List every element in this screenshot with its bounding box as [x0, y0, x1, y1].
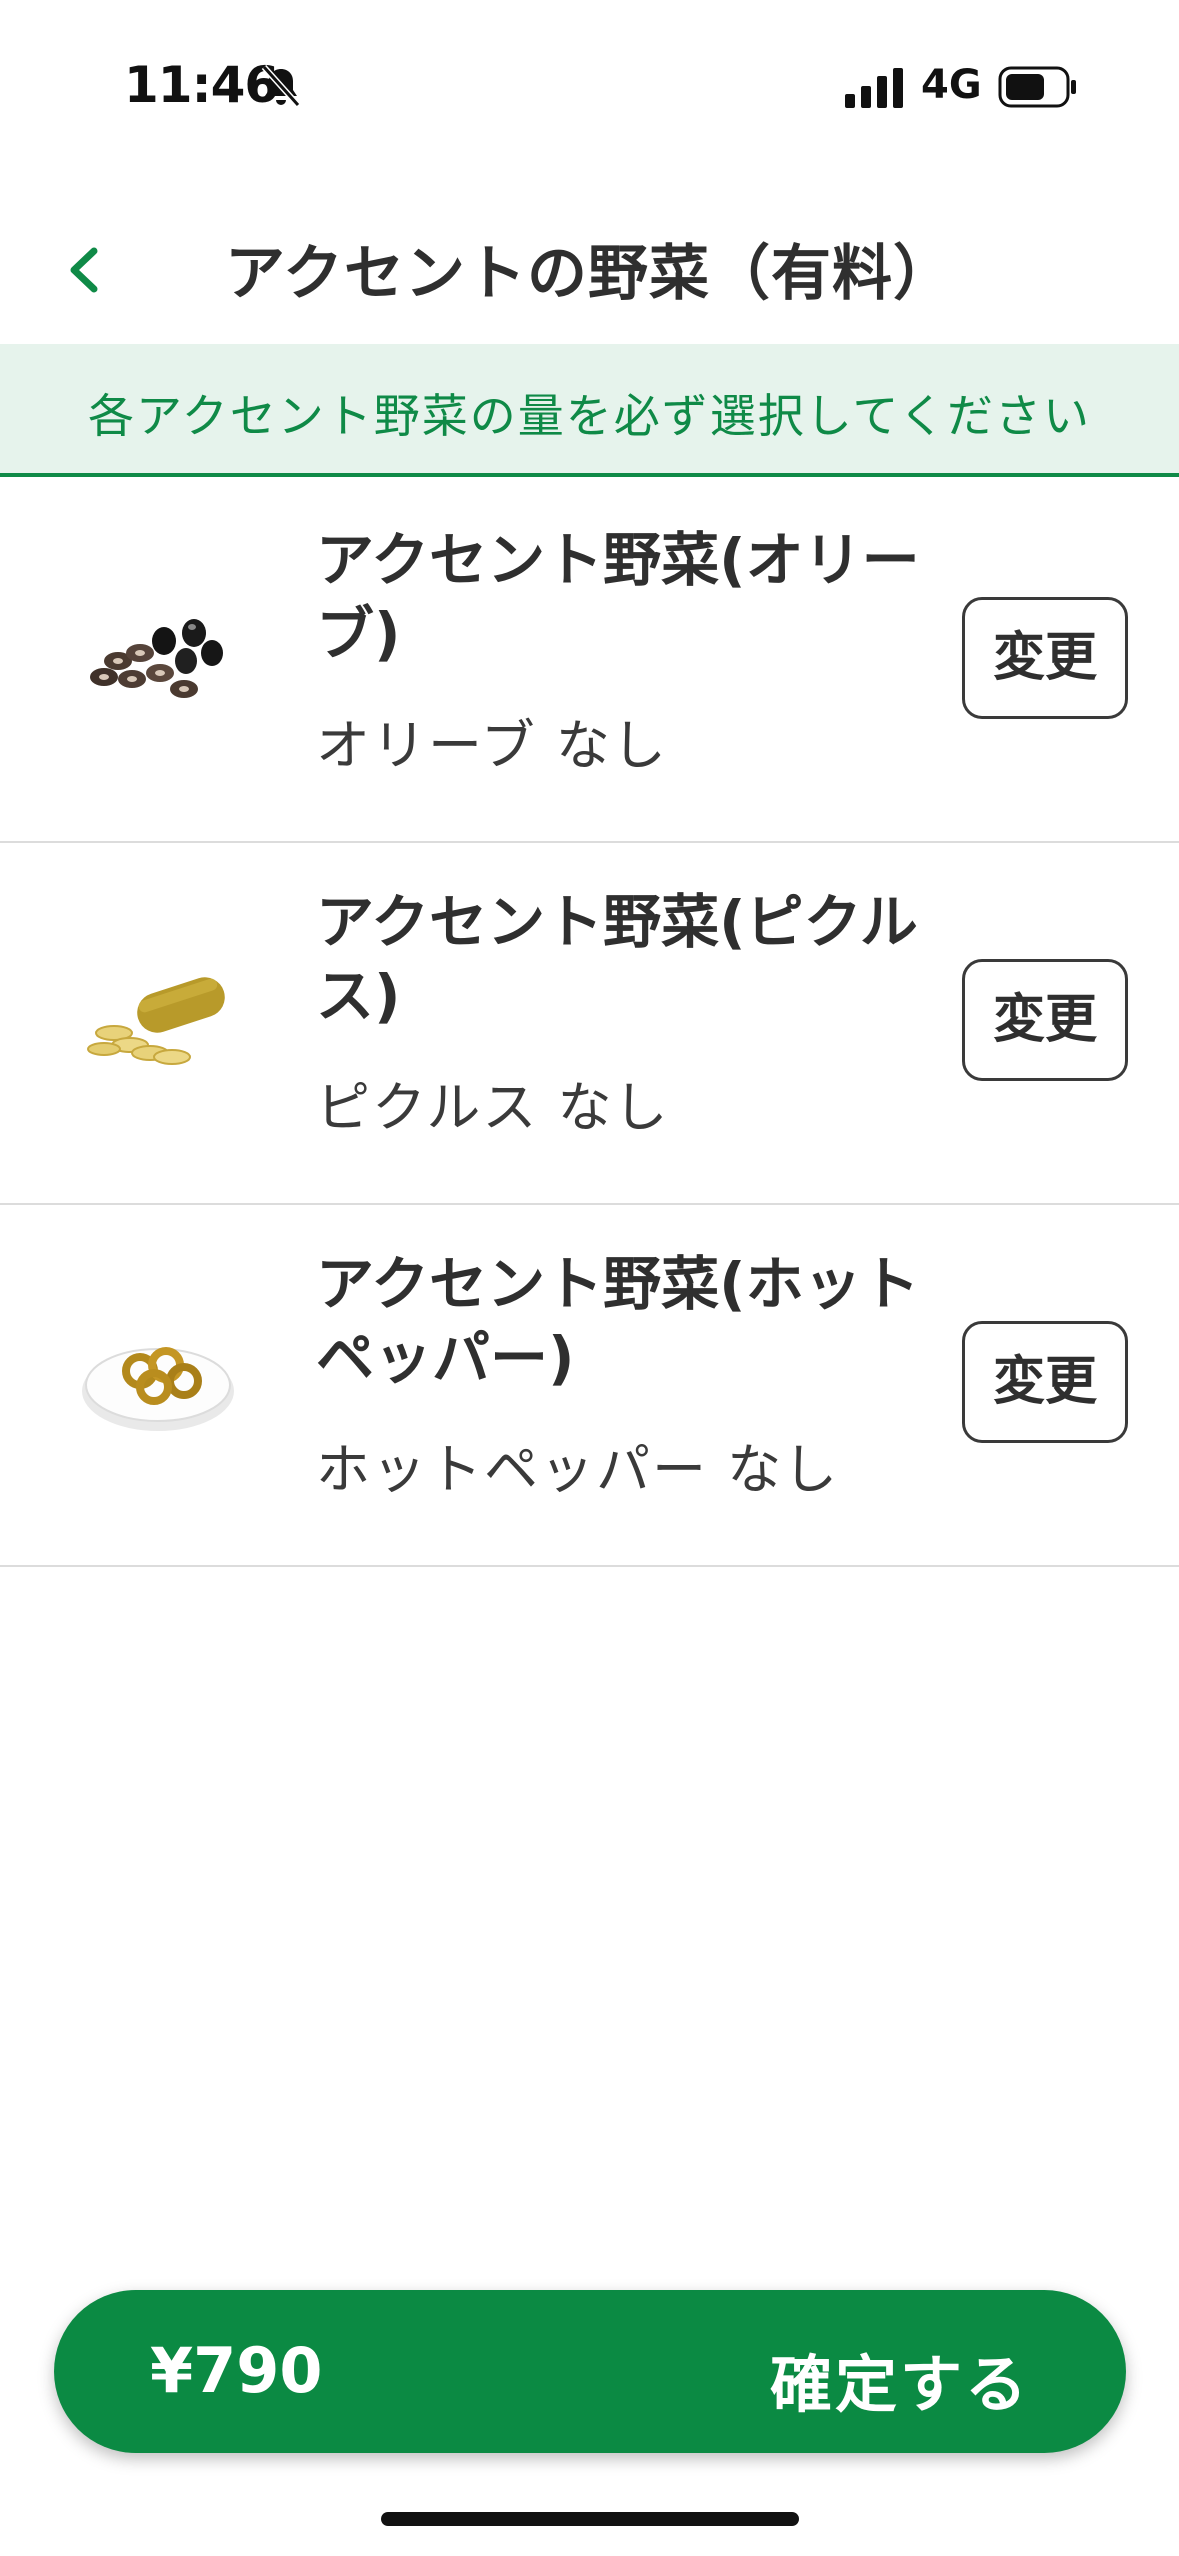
- change-button[interactable]: 変更: [962, 1321, 1128, 1443]
- vegetable-list: アクセント野菜(オリーブ) オリーブ なし 変更 アクセント野菜(ピクルス) ピ…: [0, 481, 1179, 1567]
- item-value: ホットペッパー なし: [316, 1438, 840, 1501]
- signal-icon: [845, 68, 903, 108]
- bell-muted-icon: [261, 64, 301, 108]
- item-value: ピクルス なし: [316, 1076, 670, 1139]
- olive-icon: [90, 619, 223, 698]
- item-value: オリーブ なし: [316, 714, 668, 777]
- header-bar: アクセントの野菜（有料）: [0, 195, 1179, 345]
- list-item: アクセント野菜(ホットペッパー) ホットペッパー なし 変更: [0, 1205, 1179, 1567]
- list-item: アクセント野菜(オリーブ) オリーブ なし 変更: [0, 481, 1179, 843]
- battery-icon: [998, 66, 1076, 108]
- change-button[interactable]: 変更: [962, 959, 1128, 1081]
- hot-pepper-icon: [82, 1347, 234, 1431]
- list-item: アクセント野菜(ピクルス) ピクルス なし 変更: [0, 843, 1179, 1205]
- total-price: ¥790: [150, 2334, 323, 2407]
- item-name: アクセント野菜(ピクルス): [316, 888, 918, 1030]
- network-type: 4G: [921, 62, 982, 108]
- confirm-label: 確定する: [769, 2348, 1030, 2421]
- item-name: アクセント野菜(ホットペッパー): [316, 1250, 920, 1392]
- item-name: アクセント野菜(オリーブ): [316, 526, 920, 668]
- status-bar: 11:46 4G: [0, 0, 1179, 175]
- notice-banner: 各アクセント野菜の量を必ず選択してください: [0, 344, 1179, 477]
- change-button[interactable]: 変更: [962, 597, 1128, 719]
- pickles-icon: [87, 977, 225, 1065]
- notice-text: 各アクセント野菜の量を必ず選択してください: [88, 389, 1091, 443]
- confirm-button[interactable]: ¥790 確定する: [54, 2290, 1126, 2453]
- status-time: 11:46: [124, 56, 279, 114]
- home-indicator[interactable]: [381, 2512, 799, 2526]
- page-title: アクセントの野菜（有料）: [225, 239, 954, 309]
